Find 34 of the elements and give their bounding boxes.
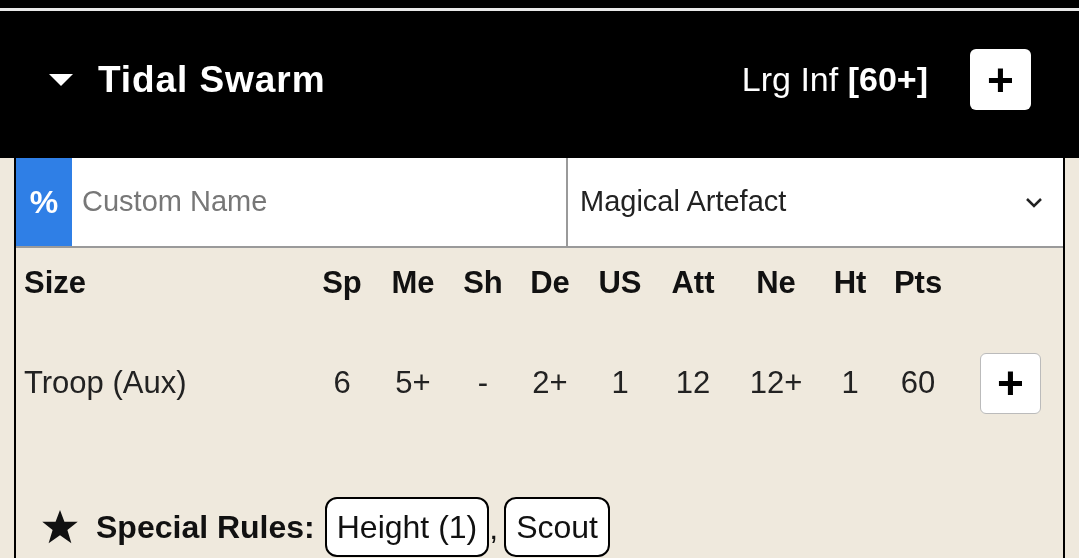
table-cell-text: 12	[674, 363, 712, 402]
special-rules-label: Special Rules:	[96, 508, 315, 547]
column-header: Me	[390, 263, 436, 302]
column-header: Pts	[892, 263, 944, 302]
table-cell-text: Troop (Aux)	[24, 363, 188, 402]
add-button[interactable]: +	[980, 352, 1041, 414]
table-cell-text: 6	[332, 363, 352, 402]
column-header: Ht	[832, 263, 868, 302]
table-cell-text: 60	[899, 363, 937, 402]
table-cell-text: -	[476, 363, 490, 402]
column-header: De	[529, 263, 571, 302]
table-cell-text: 5+	[394, 363, 432, 402]
column-header: US	[597, 263, 643, 302]
caret-down-icon[interactable]	[48, 71, 74, 88]
custom-name-field[interactable]: Custom Name	[72, 158, 568, 246]
percent-label[interactable]: %	[16, 158, 72, 246]
chevron-down-icon	[1025, 196, 1043, 208]
star-icon	[42, 510, 78, 544]
table-cell-text: 1	[610, 363, 630, 402]
artefact-select[interactable]: Magical Artefact	[568, 158, 1063, 246]
add-button[interactable]: +	[970, 49, 1031, 110]
table-cell-text: 12+	[748, 363, 804, 402]
table-cell-text: 1	[840, 363, 860, 402]
unit-type: Lrg Inf [60+]	[741, 59, 928, 100]
rule-chip[interactable]: Height (1)	[324, 497, 490, 557]
column-header: Size	[24, 263, 88, 302]
column-header: Sh	[462, 263, 504, 302]
table-cell-text: 2+	[531, 363, 569, 402]
column-header: Ne	[755, 263, 797, 302]
separator-comma: ,	[489, 509, 499, 548]
rule-chip[interactable]: Scout	[504, 497, 610, 557]
unit-title: Tidal Swarm	[98, 57, 326, 102]
column-header: Att	[670, 263, 716, 302]
column-header: Sp	[321, 263, 363, 302]
